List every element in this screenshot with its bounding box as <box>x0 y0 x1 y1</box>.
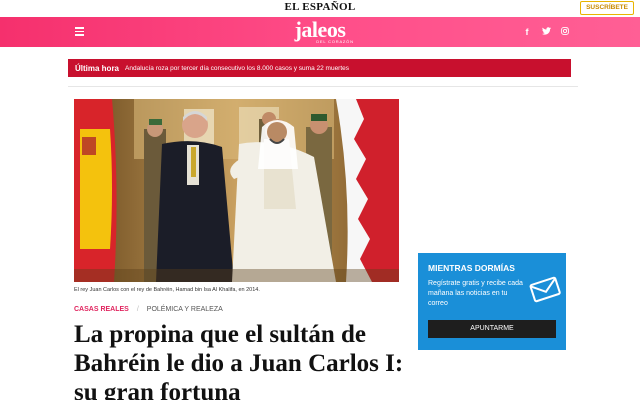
social-links: f <box>522 26 570 38</box>
top-bar: EL ESPAÑOL SUSCRÍBETE <box>0 0 640 17</box>
logo-subtitle: DEL CORAZÓN <box>316 39 354 44</box>
article-kicker: CASAS REALES / POLÉMICA Y REALEZA <box>74 306 223 313</box>
newsletter-promo: MIENTRAS DORMÍAS Regístrate gratis y rec… <box>418 253 566 350</box>
promo-text: Regístrate gratis y recibe cada mañana l… <box>428 280 523 307</box>
twitter-icon[interactable] <box>541 26 551 38</box>
article-photo[interactable] <box>74 99 399 282</box>
breaking-label: Última hora <box>75 63 120 73</box>
promo-title: MIENTRAS DORMÍAS <box>428 263 515 273</box>
article-headline[interactable]: La propina que el sultán de Bahréin le d… <box>74 320 404 400</box>
site-header: jaleos DEL CORAZÓN f <box>0 17 640 47</box>
subscribe-button[interactable]: SUSCRÍBETE <box>580 1 634 15</box>
kicker-separator: / <box>136 306 139 313</box>
el-espanol-logo[interactable]: EL ESPAÑOL <box>0 1 640 13</box>
breaking-text[interactable]: Andalucía roza por tercer día consecutiv… <box>125 65 349 72</box>
subscribe-newsletter-button[interactable]: APUNTARME <box>428 320 556 338</box>
category-link[interactable]: CASAS REALES <box>74 306 129 313</box>
subcategory-link[interactable]: POLÉMICA Y REALEZA <box>147 306 223 313</box>
breaking-news-bar[interactable]: Última hora Andalucía roza por tercer dí… <box>68 59 571 77</box>
instagram-icon[interactable] <box>560 26 570 38</box>
photo-caption: El rey Juan Carlos con el rey de Bahréin… <box>74 287 260 293</box>
facebook-icon[interactable]: f <box>522 26 532 38</box>
envelope-icon <box>529 273 561 305</box>
divider <box>68 86 578 87</box>
